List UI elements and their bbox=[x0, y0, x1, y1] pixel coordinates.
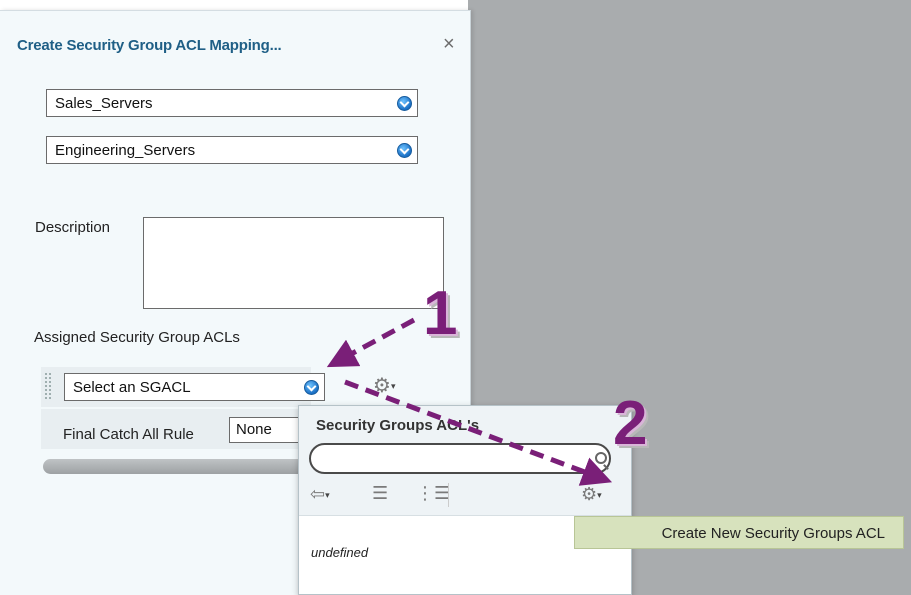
drag-handle-icon[interactable] bbox=[44, 372, 52, 400]
popup-gear-caret: ▾ bbox=[597, 489, 602, 500]
chevron-down-icon[interactable] bbox=[304, 380, 319, 395]
source-group-value: Sales_Servers bbox=[55, 95, 153, 112]
popup-title: Security Groups ACL's bbox=[316, 417, 480, 434]
list-view-icon[interactable]: ☰ bbox=[372, 483, 388, 504]
back-arrow-icon[interactable]: ⇦▾ bbox=[310, 484, 330, 505]
callout-number-one: 1 bbox=[423, 279, 458, 348]
callout-number-two: 2 bbox=[613, 389, 648, 458]
create-new-sgacl-menu-item[interactable]: Create New Security Groups ACL bbox=[574, 516, 904, 549]
final-rule-select[interactable]: None bbox=[229, 417, 309, 443]
panel-title: Create Security Group ACL Mapping... bbox=[17, 37, 282, 54]
chevron-down-icon[interactable] bbox=[397, 96, 412, 111]
tree-view-icon[interactable]: ⋮☰ bbox=[416, 483, 450, 504]
sgacl-select[interactable]: Select an SGACL bbox=[64, 373, 325, 401]
final-rule-label: Final Catch All Rule bbox=[63, 426, 194, 443]
back-caret: ▾ bbox=[325, 489, 330, 500]
assigned-sgacl-heading: Assigned Security Group ACLs bbox=[34, 329, 240, 346]
sgacl-select-value: Select an SGACL bbox=[73, 379, 191, 396]
source-group-select[interactable]: Sales_Servers bbox=[46, 89, 418, 117]
description-field[interactable] bbox=[143, 217, 444, 309]
destination-group-select[interactable]: Engineering_Servers bbox=[46, 136, 418, 164]
search-icon[interactable] bbox=[595, 452, 607, 464]
gear-caret: ▾ bbox=[390, 381, 396, 392]
final-rule-value: None bbox=[236, 421, 272, 438]
empty-list-text: undefined bbox=[311, 545, 369, 560]
description-label: Description bbox=[35, 219, 111, 236]
gear-icon[interactable]: ⚙▾ bbox=[373, 373, 395, 398]
popup-header: Security Groups ACL's ⇦▾ ☰ ⋮☰ ⚙▾ bbox=[299, 406, 631, 516]
gear-icon[interactable]: ⚙▾ bbox=[581, 484, 602, 505]
search-input[interactable] bbox=[309, 443, 611, 474]
close-icon[interactable]: × bbox=[443, 33, 455, 56]
sgacl-picker-popup: Security Groups ACL's ⇦▾ ☰ ⋮☰ ⚙▾ undefin… bbox=[298, 405, 632, 595]
destination-group-value: Engineering_Servers bbox=[55, 142, 196, 159]
horizontal-scrollbar[interactable] bbox=[43, 459, 305, 474]
chevron-down-icon[interactable] bbox=[397, 143, 412, 158]
toolbar-divider bbox=[448, 483, 449, 507]
